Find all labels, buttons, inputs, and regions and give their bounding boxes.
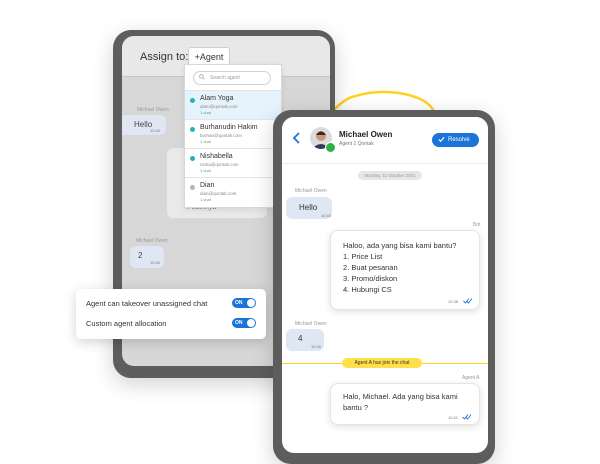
agent-chat-count: 1 chat: [200, 139, 211, 144]
contact-subtitle: Agent 1 Qontak: [339, 141, 374, 147]
incoming-bubble: 4 10.40: [286, 329, 324, 351]
search-icon: [199, 74, 205, 80]
online-status-dot: [190, 98, 195, 103]
bot-line: 1. Price List: [343, 252, 383, 261]
message-time: 10.38: [448, 299, 459, 304]
assign-label: Assign to:: [140, 51, 189, 63]
message-time: 10.40: [321, 213, 332, 218]
agent-search-input[interactable]: Search agent: [193, 71, 271, 85]
hello-time: 10.40: [150, 128, 161, 133]
online-status-dot: [190, 156, 195, 161]
bot-label: Bot: [473, 222, 481, 228]
incoming-bubble: Hello 10.40: [286, 197, 332, 219]
agent-option[interactable]: Nishabella nisha@qontak.com 1 chat: [185, 148, 281, 177]
message-text: Hello: [299, 203, 318, 212]
allocation-toggle[interactable]: ON: [232, 318, 256, 328]
agent-label: Agent A: [462, 375, 480, 381]
resolve-label: Resolve: [448, 137, 470, 143]
setting-label: Agent can takeover unassigned chat: [86, 299, 208, 308]
two-time: 10.40: [150, 260, 161, 265]
chat-header: Michael Owen Agent 1 Qontak Resolve: [282, 117, 488, 164]
toggle-knob: [247, 299, 255, 307]
agent-email: nisha@qontak.com: [200, 162, 239, 167]
agent-chat-count: 1 chat: [200, 197, 211, 202]
agent-name: Nishabella: [200, 153, 233, 160]
agent-chat-count: 1 chat: [200, 110, 211, 115]
double-check-icon: [463, 298, 473, 304]
system-message: Agent A has join the chat: [342, 358, 422, 368]
contact-name: Michael Owen: [339, 130, 393, 139]
toggle-knob: [247, 319, 255, 327]
agent-name: Alam Yoga: [200, 95, 234, 102]
message-time: 10.41: [448, 415, 459, 420]
message-time: 10.40: [311, 344, 322, 349]
bot-line: Haloo, ada yang bisa kami bantu?: [343, 241, 457, 250]
settings-card: Agent can takeover unassigned chat ON Cu…: [76, 289, 266, 339]
agent-email: dian@qontak.com: [200, 191, 237, 196]
agent-option[interactable]: Burhanudin Hakim burhan@qontak.com 1 cha…: [185, 119, 281, 148]
agent-dropdown: Search agent Alam Yoga alam@qontak.com 1…: [184, 64, 282, 208]
setting-label: Custom agent allocation: [86, 319, 167, 328]
check-icon: [438, 136, 445, 143]
agent-option[interactable]: Alam Yoga alam@qontak.com 1 chat: [185, 90, 281, 119]
online-status-dot: [190, 127, 195, 132]
agent-name: Burhanudin Hakim: [200, 124, 258, 131]
bot-line: 3. Promo/diskon: [343, 274, 398, 283]
two-text: 2: [138, 251, 143, 260]
double-check-icon: [462, 414, 472, 420]
sender-label: Michael Owen: [136, 238, 168, 244]
offline-status-dot: [190, 185, 195, 190]
agent-option[interactable]: Dian dian@qontak.com 1 chat: [185, 177, 281, 206]
toggle-state: ON: [235, 300, 243, 306]
search-placeholder: Search agent: [210, 75, 240, 81]
message-text: 4: [298, 334, 303, 343]
agent-name: Dian: [200, 182, 215, 189]
takeover-toggle[interactable]: ON: [232, 298, 256, 308]
sender-label: Michael Owen: [295, 321, 327, 327]
bot-line: 4. Hubungi CS: [343, 285, 392, 294]
agent-email: burhan@qontak.com: [200, 133, 242, 138]
two-bubble: 2 10.40: [130, 246, 164, 268]
date-separator: Monday, 11 October 2021: [358, 171, 422, 180]
agent-email: alam@qontak.com: [200, 104, 238, 109]
agent-line: bantu ?: [343, 403, 369, 412]
resolve-button[interactable]: Resolve: [432, 133, 479, 147]
whatsapp-icon: [325, 142, 336, 153]
agent-bubble: Halo, Michael. Ada yang bisa kami bantu …: [330, 383, 480, 425]
agent-chat-count: 1 chat: [200, 168, 211, 173]
sender-label: Michael Owen: [137, 107, 169, 113]
back-arrow-icon[interactable]: [292, 131, 302, 145]
agent-line: Halo, Michael. Ada yang bisa kami: [343, 392, 458, 401]
bot-bubble: Haloo, ada yang bisa kami bantu? 1. Pric…: [330, 230, 480, 310]
front-tablet-screen: Michael Owen Agent 1 Qontak Resolve Mond…: [282, 117, 488, 453]
toggle-state: ON: [235, 320, 243, 326]
hello-bubble: Hello 10.40: [122, 115, 166, 135]
sender-label: Michael Owen: [295, 188, 327, 194]
bot-line: 2. Buat pesanan: [343, 263, 398, 272]
